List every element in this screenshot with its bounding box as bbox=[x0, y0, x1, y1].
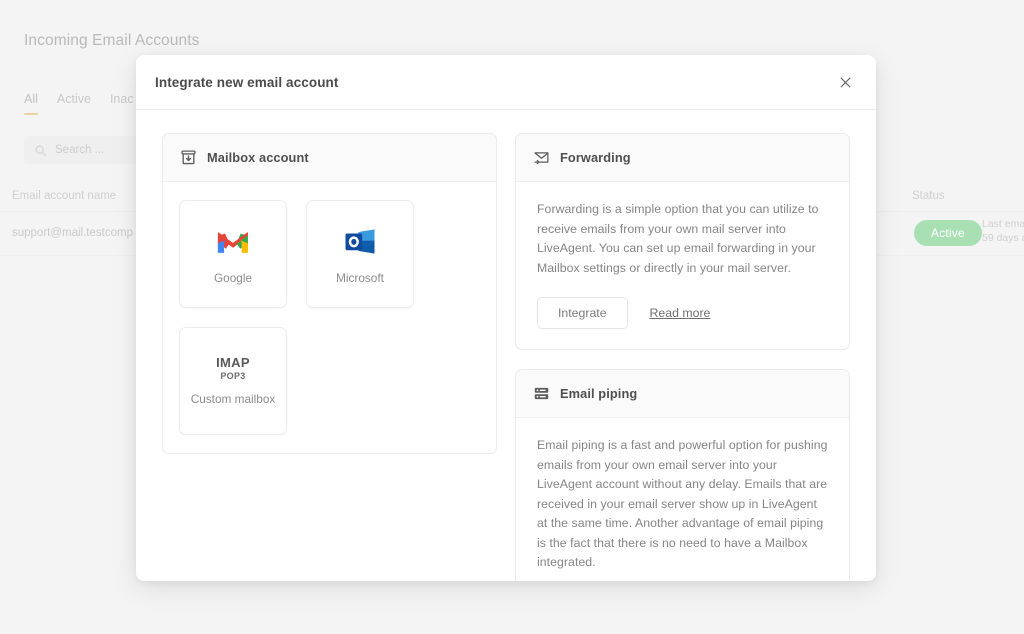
mailbox-tile-imap[interactable]: IMAP POP3 Custom mailbox bbox=[179, 327, 287, 435]
mailbox-tile-google-label: Google bbox=[214, 271, 252, 285]
options-column: Forwarding Forwarding is a simple option… bbox=[515, 133, 850, 581]
mailbox-account-panel-title: Mailbox account bbox=[207, 150, 309, 165]
envelope-forward-icon bbox=[533, 149, 550, 166]
forwarding-panel: Forwarding Forwarding is a simple option… bbox=[515, 133, 850, 350]
modal-header: Integrate new email account bbox=[136, 55, 876, 110]
modal-title: Integrate new email account bbox=[155, 75, 339, 90]
inbox-download-icon bbox=[180, 149, 197, 166]
integrate-email-modal: Integrate new email account bbox=[136, 55, 876, 581]
imap-label: IMAP bbox=[216, 356, 250, 370]
mailbox-tile-google[interactable]: Google bbox=[179, 200, 287, 308]
close-icon[interactable] bbox=[834, 71, 856, 93]
modal-overlay: Integrate new email account bbox=[0, 0, 1024, 634]
pop3-label: POP3 bbox=[216, 372, 250, 381]
mailbox-tile-microsoft[interactable]: Microsoft bbox=[306, 200, 414, 308]
outlook-logo-icon bbox=[344, 224, 376, 260]
forwarding-panel-body: Forwarding is a simple option that you c… bbox=[516, 182, 849, 349]
email-piping-description: Email piping is a fast and powerful opti… bbox=[537, 436, 828, 573]
email-piping-panel-header: Email piping bbox=[516, 370, 849, 418]
mailbox-account-panel-header: Mailbox account bbox=[163, 134, 496, 182]
imap-pop3-text: IMAP POP3 bbox=[216, 356, 250, 381]
email-piping-panel-title: Email piping bbox=[560, 386, 637, 401]
mailbox-tiles-wrapper: Google bbox=[163, 182, 496, 453]
mailbox-tiles: Google bbox=[163, 182, 496, 435]
forwarding-panel-header: Forwarding bbox=[516, 134, 849, 182]
forwarding-description: Forwarding is a simple option that you c… bbox=[537, 200, 828, 278]
modal-body: Mailbox account bbox=[136, 110, 876, 581]
email-piping-panel: Email piping Email piping is a fast and … bbox=[515, 369, 850, 581]
email-piping-panel-body: Email piping is a fast and powerful opti… bbox=[516, 418, 849, 581]
forwarding-integrate-button[interactable]: Integrate bbox=[537, 297, 628, 329]
mailbox-tile-imap-label: Custom mailbox bbox=[191, 392, 276, 406]
forwarding-read-more-link[interactable]: Read more bbox=[650, 306, 711, 320]
mailbox-account-panel: Mailbox account bbox=[162, 133, 497, 454]
gmail-logo-icon bbox=[216, 224, 250, 260]
mailbox-column: Mailbox account bbox=[162, 133, 497, 454]
forwarding-actions: Integrate Read more bbox=[537, 297, 828, 329]
mailbox-tile-microsoft-label: Microsoft bbox=[336, 271, 384, 285]
server-rack-icon bbox=[533, 385, 550, 402]
forwarding-panel-title: Forwarding bbox=[560, 150, 631, 165]
